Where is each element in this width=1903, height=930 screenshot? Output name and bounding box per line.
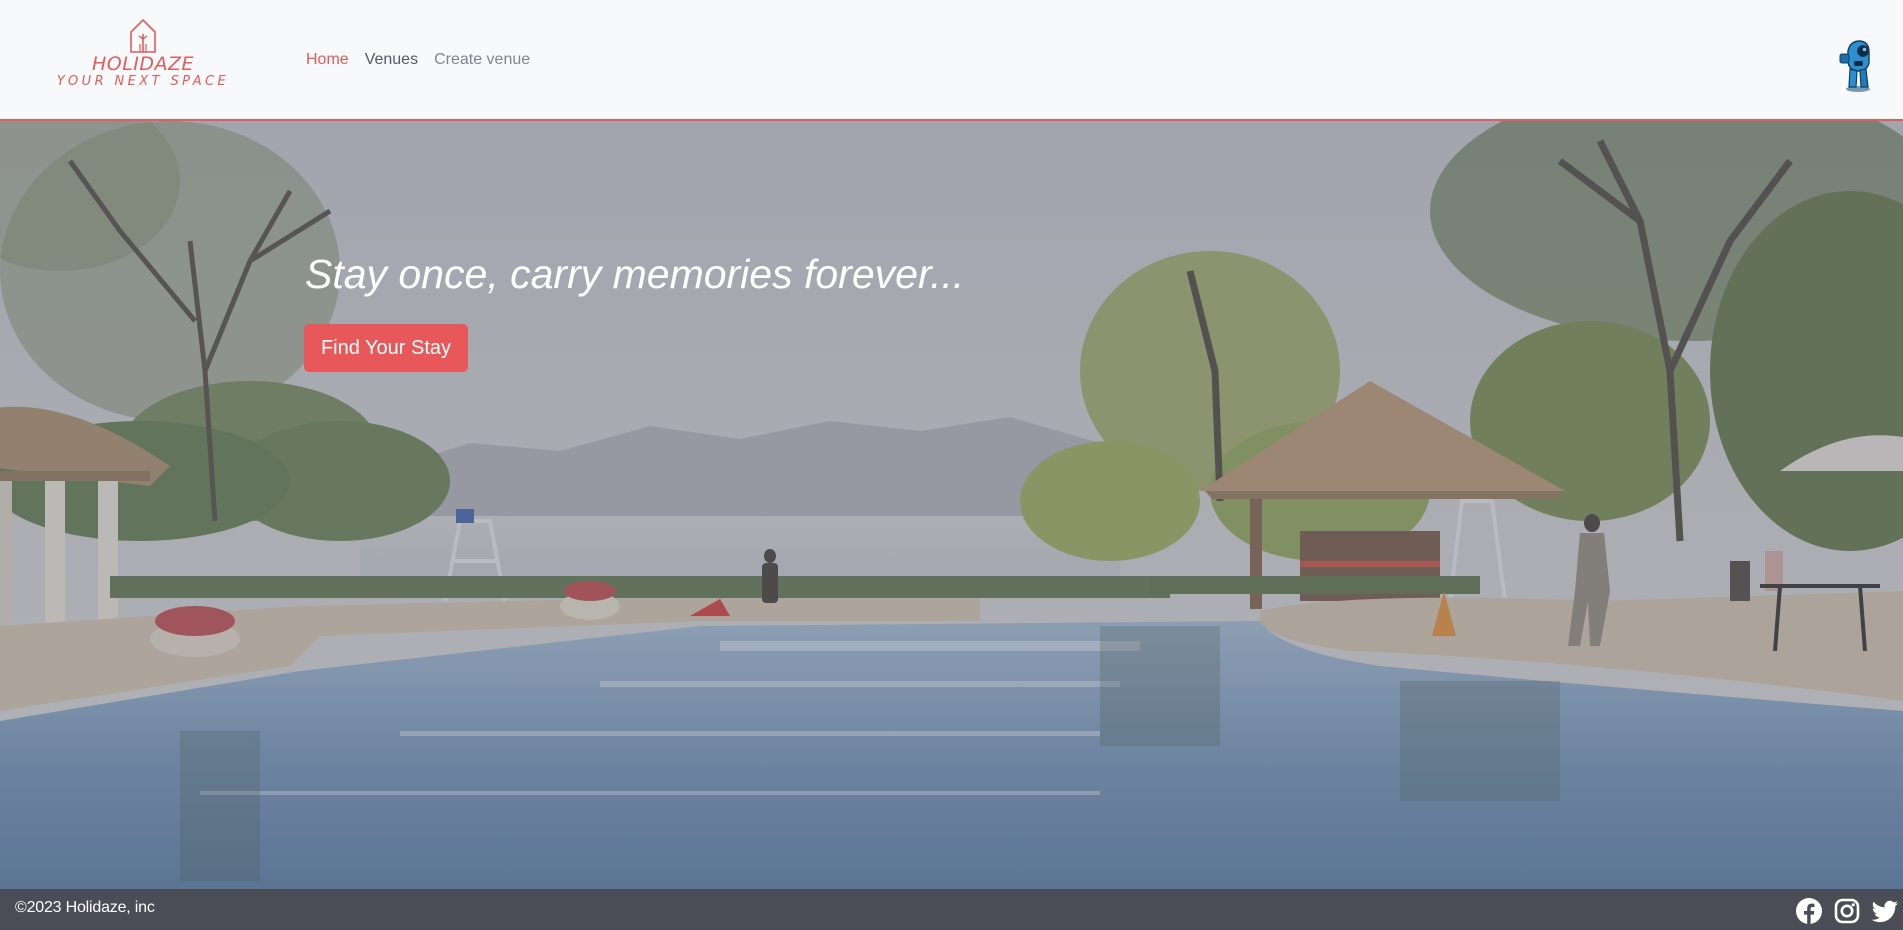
instagram-icon[interactable] xyxy=(1833,897,1861,925)
brand-name: HOLIDAZE xyxy=(91,53,195,75)
copyright-text: ©2023 Holidaze, inc xyxy=(15,899,155,916)
brand-tagline: YOUR NEXT SPACE xyxy=(56,74,230,89)
site-footer: ©2023 Holidaze, inc xyxy=(0,889,1903,930)
main-nav: Home Venues Create venue xyxy=(306,51,530,69)
twitter-icon[interactable] xyxy=(1871,897,1899,925)
nav-venues-link[interactable]: Venues xyxy=(365,51,418,69)
user-avatar-button[interactable] xyxy=(1836,37,1878,93)
hero-section: Stay once, carry memories forever... Fin… xyxy=(0,121,1903,889)
holidaze-logo[interactable]: HOLIDAZE YOUR NEXT SPACE xyxy=(52,18,234,94)
nav-home-link[interactable]: Home xyxy=(306,51,349,69)
hero-headline: Stay once, carry memories forever... xyxy=(305,251,965,297)
robot-avatar-icon xyxy=(1839,40,1870,92)
facebook-icon[interactable] xyxy=(1795,897,1823,925)
find-your-stay-button[interactable]: Find Your Stay xyxy=(304,324,468,372)
social-links xyxy=(1795,897,1899,925)
nav-create-venue-link[interactable]: Create venue xyxy=(434,51,530,69)
site-header: HOLIDAZE YOUR NEXT SPACE Home Venues Cre… xyxy=(0,0,1903,121)
house-logo-icon xyxy=(130,18,156,53)
hero-dim-overlay xyxy=(0,121,1903,889)
